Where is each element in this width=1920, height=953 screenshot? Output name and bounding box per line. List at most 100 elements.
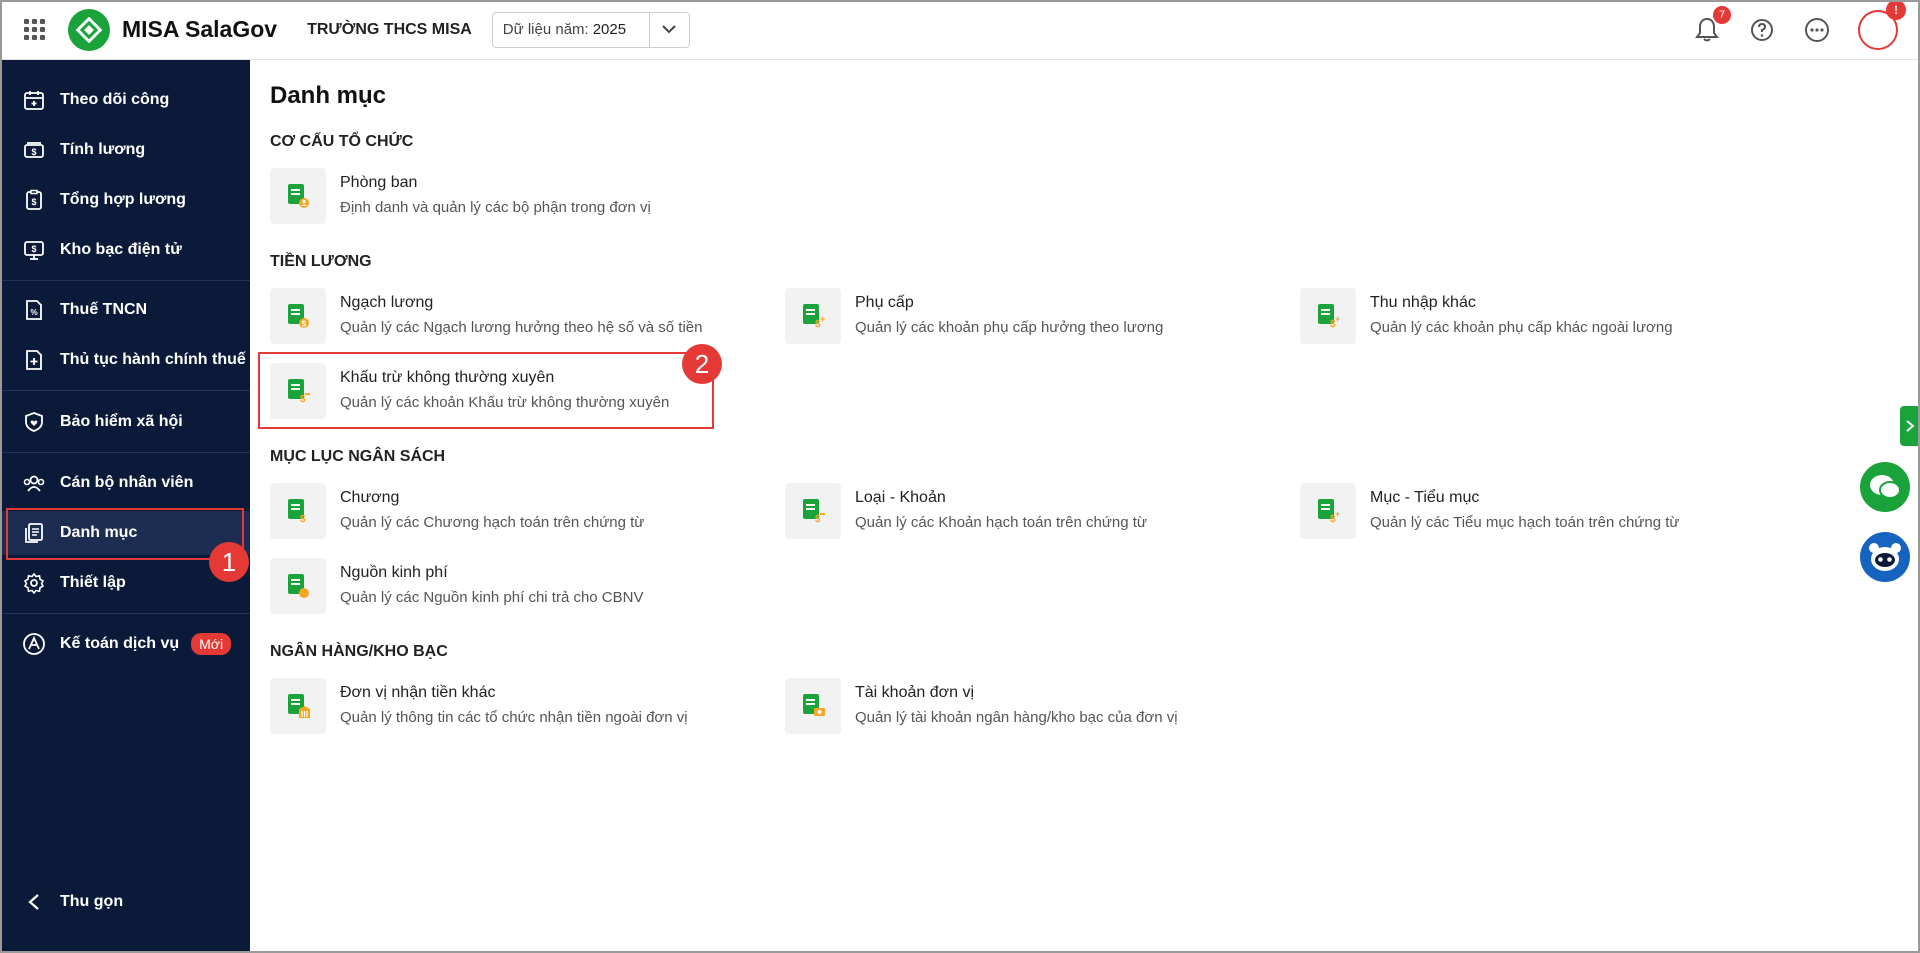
section-title-ngan-hang-kho-bac: NGÂN HÀNG/KHO BẠC (270, 643, 448, 660)
svg-text:$: $ (300, 514, 306, 525)
sidebar-item-tong-hop-luong[interactable]: $ Tổng hợp lương (0, 178, 250, 222)
sidebar-item-bao-hiem-xa-hoi[interactable]: Bảo hiểm xã hội (0, 400, 250, 444)
help-icon[interactable] (1748, 16, 1776, 44)
sidebar-divider (0, 390, 250, 391)
card-ngach-luong[interactable]: $ Ngạch lương Quản lý các Ngạch lương hư… (270, 288, 770, 348)
sidebar-item-label: Cán bộ nhân viên (60, 474, 194, 491)
money-icon: $ (22, 138, 46, 162)
card-desc: Quản lý các khoản Khấu trừ không thường … (340, 394, 670, 411)
sidebar-item-label: Tính lương (60, 141, 146, 158)
gear-icon (22, 571, 46, 595)
card-title: Phụ cấp (855, 294, 914, 311)
card-chuong[interactable]: $ Chương Quản lý các Chương hạch toán tr… (270, 483, 770, 543)
sidebar-item-thu-tuc-hanh-chinh-thue[interactable]: Thủ tục hành chính thuế (0, 338, 250, 382)
collapse-label: Thu gọn (60, 893, 124, 910)
card-don-vi-nhan-tien-khac[interactable]: Đơn vị nhận tiền khác Quản lý thông tin … (270, 678, 770, 738)
subsection-doc-icon: $ + (1300, 483, 1356, 539)
svg-text:+: + (1335, 314, 1340, 324)
card-title: Phòng ban (340, 174, 418, 191)
sidebar-item-kho-bac-dien-tu[interactable]: $ Kho bạc điện tử (0, 228, 250, 272)
section-title-co-cau-to-chuc: CƠ CẤU TỔ CHỨC (270, 133, 414, 150)
sidebar-item-label: Thiết lập (60, 574, 126, 591)
sidebar-item-label: Bảo hiểm xã hội (60, 413, 183, 430)
card-title: Đơn vị nhận tiền khác (340, 684, 496, 701)
svg-text:$: $ (300, 394, 306, 405)
sidebar-item-label: Thủ tục hành chính thuế (60, 351, 246, 368)
svg-text:$: $ (302, 320, 307, 329)
chevron-left-icon (22, 890, 46, 914)
sidebar-item-label: Kho bạc điện tử (60, 241, 182, 258)
sidebar-item-thue-tncn[interactable]: % Thuế TNCN (0, 288, 250, 332)
document-plus-icon (22, 348, 46, 372)
department-doc-icon (270, 168, 326, 224)
monitor-dollar-icon: $ (22, 238, 46, 262)
chat-button[interactable] (1860, 462, 1910, 512)
card-muc-tieu-muc[interactable]: $ + Mục - Tiểu mục Quản lý các Tiểu mục h… (1300, 483, 1800, 543)
card-nguon-kinh-phi[interactable]: Nguồn kinh phí Quản lý các Nguồn kinh ph… (270, 558, 770, 618)
sidebar-divider (0, 280, 250, 281)
sidebar-item-ke-toan-dich-vu[interactable]: Kế toán dịch vụ Mới (0, 622, 250, 666)
sidebar-item-label: Tổng hợp lương (60, 191, 186, 208)
other-income-doc-icon: $ + (1300, 288, 1356, 344)
school-name: TRƯỜNG THCS MISA (307, 20, 472, 38)
svg-text:$: $ (31, 197, 36, 207)
chevron-down-icon[interactable] (648, 12, 689, 47)
assistant-bot-button[interactable] (1860, 532, 1910, 582)
chapter-doc-icon: $ (270, 483, 326, 539)
allowance-doc-icon: $ + (785, 288, 841, 344)
card-thu-nhap-khac[interactable]: $ + Thu nhập khác Quản lý các khoản phụ c… (1300, 288, 1800, 348)
sidebar-item-tinh-luong[interactable]: $ Tính lương (0, 128, 250, 172)
main-content: Danh mục CƠ CẤU TỔ CHỨC Phòng ban Định d… (250, 60, 1920, 953)
card-phu-cap[interactable]: $ + Phụ cấp Quản lý các khoản phụ cấp hưở… (785, 288, 1285, 348)
sidebar-item-label: Danh mục (60, 524, 138, 541)
step-2-marker: 2 (682, 344, 722, 384)
more-options-icon[interactable] (1803, 16, 1831, 44)
card-desc: Quản lý các Ngạch lương hưởng theo hệ số… (340, 319, 703, 336)
sidebar: Theo dõi công $ Tính lương $ Tổng hợp lư… (0, 60, 250, 953)
sidebar-item-theo-doi-cong[interactable]: Theo dõi công (0, 78, 250, 122)
card-title: Tài khoản đơn vị (855, 684, 974, 701)
card-title: Chương (340, 489, 400, 506)
card-tai-khoan-don-vi[interactable]: Tài khoản đơn vị Quản lý tài khoản ngân … (785, 678, 1285, 738)
sidebar-divider (0, 452, 250, 453)
sidebar-item-label: Kế toán dịch vụ (60, 635, 180, 652)
sidebar-collapse-button[interactable]: Thu gọn (0, 880, 250, 924)
new-badge: Mới (191, 633, 232, 655)
section-title-muc-luc-ngan-sach: MỤC LỤC NGÂN SÁCH (270, 448, 446, 465)
card-title: Khấu trừ không thường xuyên (340, 369, 555, 386)
card-phong-ban[interactable]: Phòng ban Định danh và quản lý các bộ ph… (270, 168, 770, 228)
expand-panel-tab[interactable] (1900, 406, 1920, 446)
svg-text:+: + (1335, 509, 1340, 519)
year-value: 2025 (592, 21, 627, 38)
notification-bell-icon[interactable]: 7 (1693, 6, 1731, 44)
step-1-marker: 1 (209, 542, 249, 582)
svg-text:%: % (30, 308, 37, 317)
svg-text:$: $ (815, 514, 821, 525)
sidebar-divider (0, 613, 250, 614)
category-doc-icon: $ (785, 483, 841, 539)
card-title: Nguồn kinh phí (340, 564, 448, 581)
app-grid-icon[interactable] (24, 18, 46, 41)
sidebar-item-label: Theo dõi công (60, 91, 170, 108)
user-avatar[interactable]: ! (1858, 0, 1906, 50)
svg-text:+: + (820, 314, 825, 324)
card-loai-khoan[interactable]: $ Loại - Khoản Quản lý các Khoản hạch to… (785, 483, 1285, 543)
calendar-icon (22, 88, 46, 112)
deduction-doc-icon: $ (270, 363, 326, 419)
card-title: Mục - Tiểu mục (1370, 489, 1480, 506)
card-desc: Quản lý tài khoản ngân hàng/kho bạc của … (855, 709, 1178, 726)
salary-grade-doc-icon: $ (270, 288, 326, 344)
app-name: MISA SalaGov (122, 16, 278, 42)
card-desc: Quản lý các Nguồn kinh phí chi trả cho C… (340, 589, 644, 606)
svg-text:$: $ (31, 147, 36, 157)
sidebar-item-can-bo-nhan-vien[interactable]: Cán bộ nhân viên (0, 461, 250, 505)
shield-heart-icon (22, 410, 46, 434)
funding-source-doc-icon (270, 558, 326, 614)
tax-document-icon: % (22, 298, 46, 322)
card-desc: Quản lý các Khoản hạch toán trên chứng t… (855, 514, 1147, 531)
year-selector[interactable]: Dữ liệu năm: 2025 (491, 11, 690, 48)
clipboard-dollar-icon: $ (22, 188, 46, 212)
card-desc: Quản lý các Chương hạch toán trên chứng … (340, 514, 645, 531)
card-desc: Quản lý thông tin các tổ chức nhận tiền … (340, 709, 688, 726)
accounting-icon (22, 632, 46, 656)
